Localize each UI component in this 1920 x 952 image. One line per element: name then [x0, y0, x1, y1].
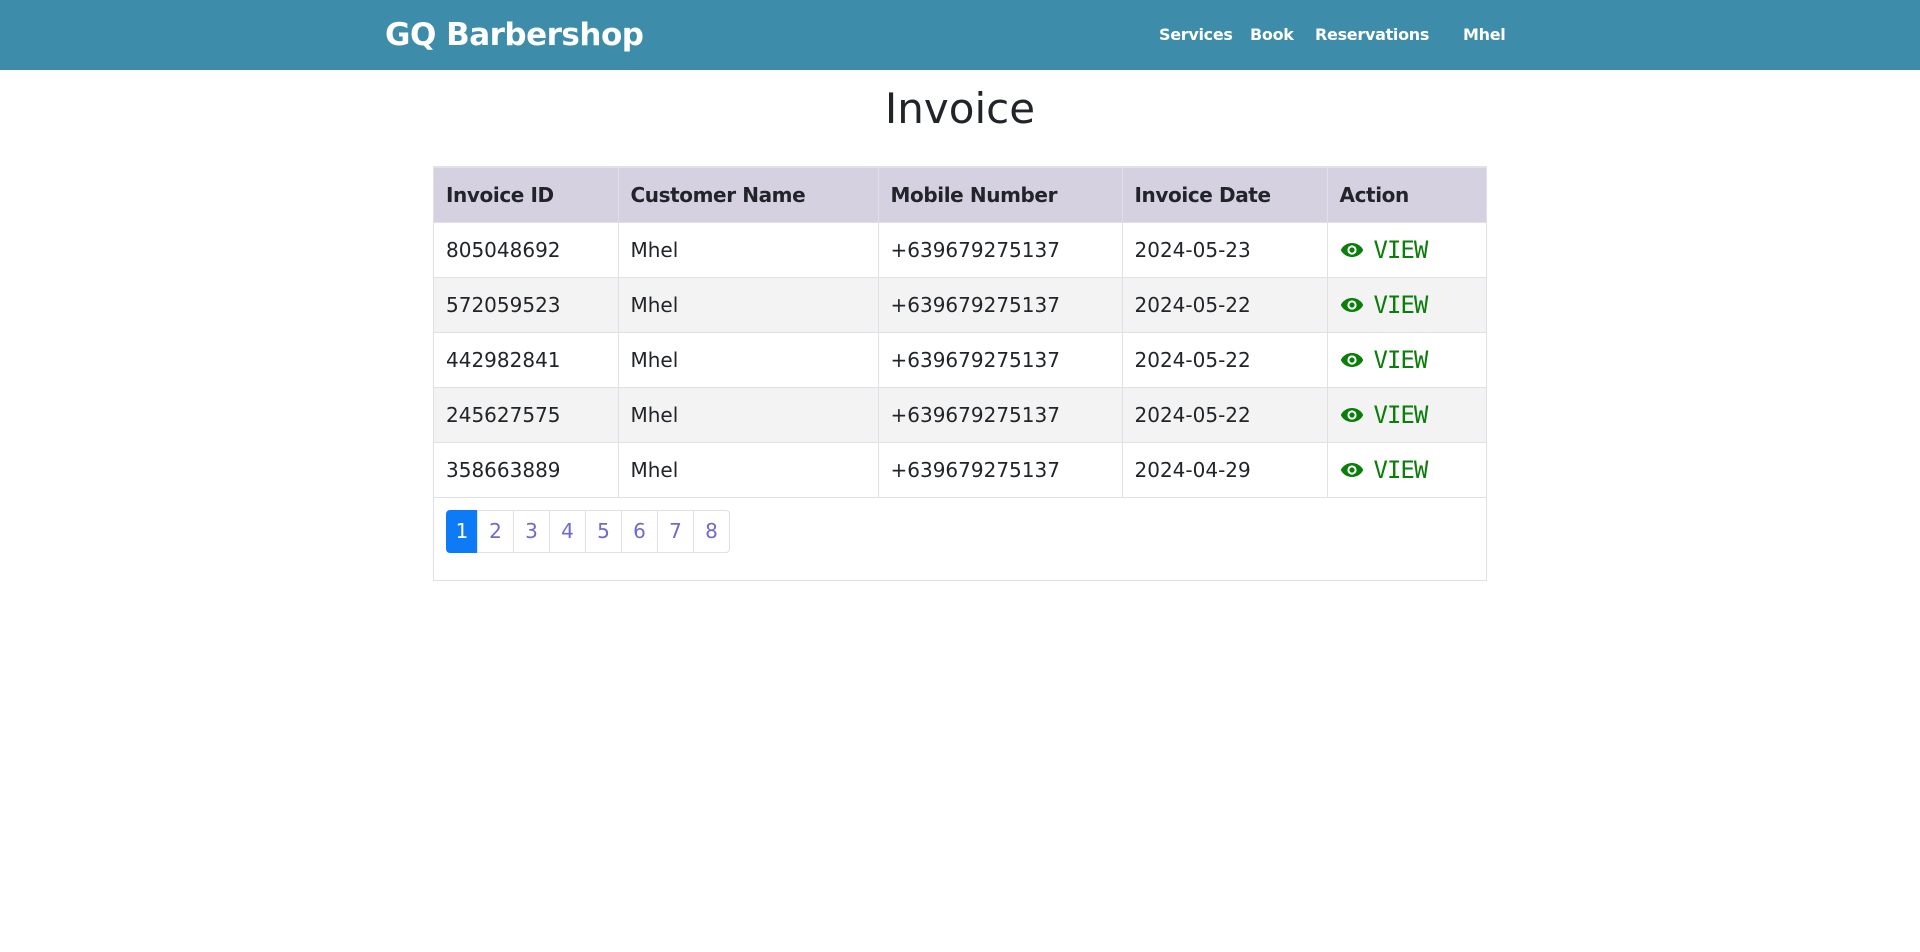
invoice-table-body: 805048692 Mhel +639679275137 2024-05-23 VIEW… — [434, 222, 1486, 498]
brand-logo[interactable]: GQ Barbershop — [385, 13, 644, 57]
column-header-action: Action — [1326, 167, 1486, 223]
table-row: 572059523 Mhel +639679275137 2024-05-22 VIEW — [434, 277, 1486, 333]
view-invoice-button[interactable]: VIEW — [1340, 291, 1428, 319]
view-invoice-button[interactable]: VIEW — [1340, 346, 1428, 374]
invoice-date-cell: 2024-05-22 — [1121, 332, 1328, 388]
column-header-invoice-date: Invoice Date — [1121, 167, 1328, 223]
page-link-8[interactable]: 8 — [693, 510, 730, 553]
page-link-1[interactable]: 1 — [446, 510, 478, 553]
table-row: 245627575 Mhel +639679275137 2024-05-22 VIEW — [434, 387, 1486, 443]
page-link-4[interactable]: 4 — [549, 510, 586, 553]
nav-link-reservations[interactable]: Reservations — [1315, 22, 1429, 48]
customer-name-cell: Mhel — [617, 387, 879, 443]
invoice-date-cell: 2024-05-22 — [1121, 387, 1328, 443]
eye-icon — [1340, 243, 1363, 257]
invoice-id-cell: 805048692 — [434, 222, 619, 278]
customer-name-cell: Mhel — [617, 332, 879, 388]
table-header-row: Invoice ID Customer Name Mobile Number I… — [434, 167, 1486, 223]
page-link-2[interactable]: 2 — [477, 510, 514, 553]
eye-icon — [1340, 463, 1363, 477]
eye-icon — [1340, 408, 1363, 422]
invoice-id-cell: 572059523 — [434, 277, 619, 333]
view-label: VIEW — [1373, 346, 1429, 374]
mobile-number-cell: +639679275137 — [877, 387, 1123, 443]
invoice-date-cell: 2024-05-23 — [1121, 222, 1328, 278]
view-label: VIEW — [1373, 456, 1429, 484]
invoice-card: Invoice ID Customer Name Mobile Number I… — [433, 166, 1487, 581]
page-link-6[interactable]: 6 — [621, 510, 658, 553]
action-cell: VIEW — [1326, 442, 1486, 498]
mobile-number-cell: +639679275137 — [877, 222, 1123, 278]
page-link-3[interactable]: 3 — [513, 510, 550, 553]
mobile-number-cell: +639679275137 — [877, 277, 1123, 333]
column-header-mobile-number: Mobile Number — [877, 167, 1123, 223]
invoice-id-cell: 358663889 — [434, 442, 619, 498]
mobile-number-cell: +639679275137 — [877, 442, 1123, 498]
page-link-5[interactable]: 5 — [585, 510, 622, 553]
column-header-customer-name: Customer Name — [617, 167, 879, 223]
page-link-7[interactable]: 7 — [657, 510, 694, 553]
eye-icon — [1340, 353, 1363, 367]
view-label: VIEW — [1373, 236, 1429, 264]
page-title: Invoice — [884, 84, 1036, 133]
action-cell: VIEW — [1326, 277, 1486, 333]
eye-icon — [1340, 298, 1363, 312]
nav-link-book[interactable]: Book — [1250, 22, 1294, 48]
customer-name-cell: Mhel — [617, 277, 879, 333]
nav-link-services[interactable]: Services — [1159, 22, 1233, 48]
invoice-table: Invoice ID Customer Name Mobile Number I… — [434, 167, 1486, 498]
customer-name-cell: Mhel — [617, 222, 879, 278]
table-row: 442982841 Mhel +639679275137 2024-05-22 VIEW — [434, 332, 1486, 388]
invoice-date-cell: 2024-05-22 — [1121, 277, 1328, 333]
action-cell: VIEW — [1326, 387, 1486, 443]
table-row: 358663889 Mhel +639679275137 2024-04-29 VIEW — [434, 442, 1486, 498]
action-cell: VIEW — [1326, 332, 1486, 388]
pagination: 12345678 — [446, 510, 730, 553]
customer-name-cell: Mhel — [617, 442, 879, 498]
invoice-id-cell: 442982841 — [434, 332, 619, 388]
view-invoice-button[interactable]: VIEW — [1340, 401, 1428, 429]
view-invoice-button[interactable]: VIEW — [1340, 456, 1428, 484]
view-invoice-button[interactable]: VIEW — [1340, 236, 1428, 264]
column-header-invoice-id: Invoice ID — [434, 167, 619, 223]
action-cell: VIEW — [1326, 222, 1486, 278]
mobile-number-cell: +639679275137 — [877, 332, 1123, 388]
view-label: VIEW — [1373, 401, 1429, 429]
table-row: 805048692 Mhel +639679275137 2024-05-23 VIEW — [434, 222, 1486, 278]
invoice-id-cell: 245627575 — [434, 387, 619, 443]
nav-user-menu[interactable]: Mhel — [1463, 22, 1506, 48]
top-navbar: GQ Barbershop Services Book Reservations… — [0, 0, 1920, 70]
invoice-date-cell: 2024-04-29 — [1121, 442, 1328, 498]
view-label: VIEW — [1373, 291, 1429, 319]
